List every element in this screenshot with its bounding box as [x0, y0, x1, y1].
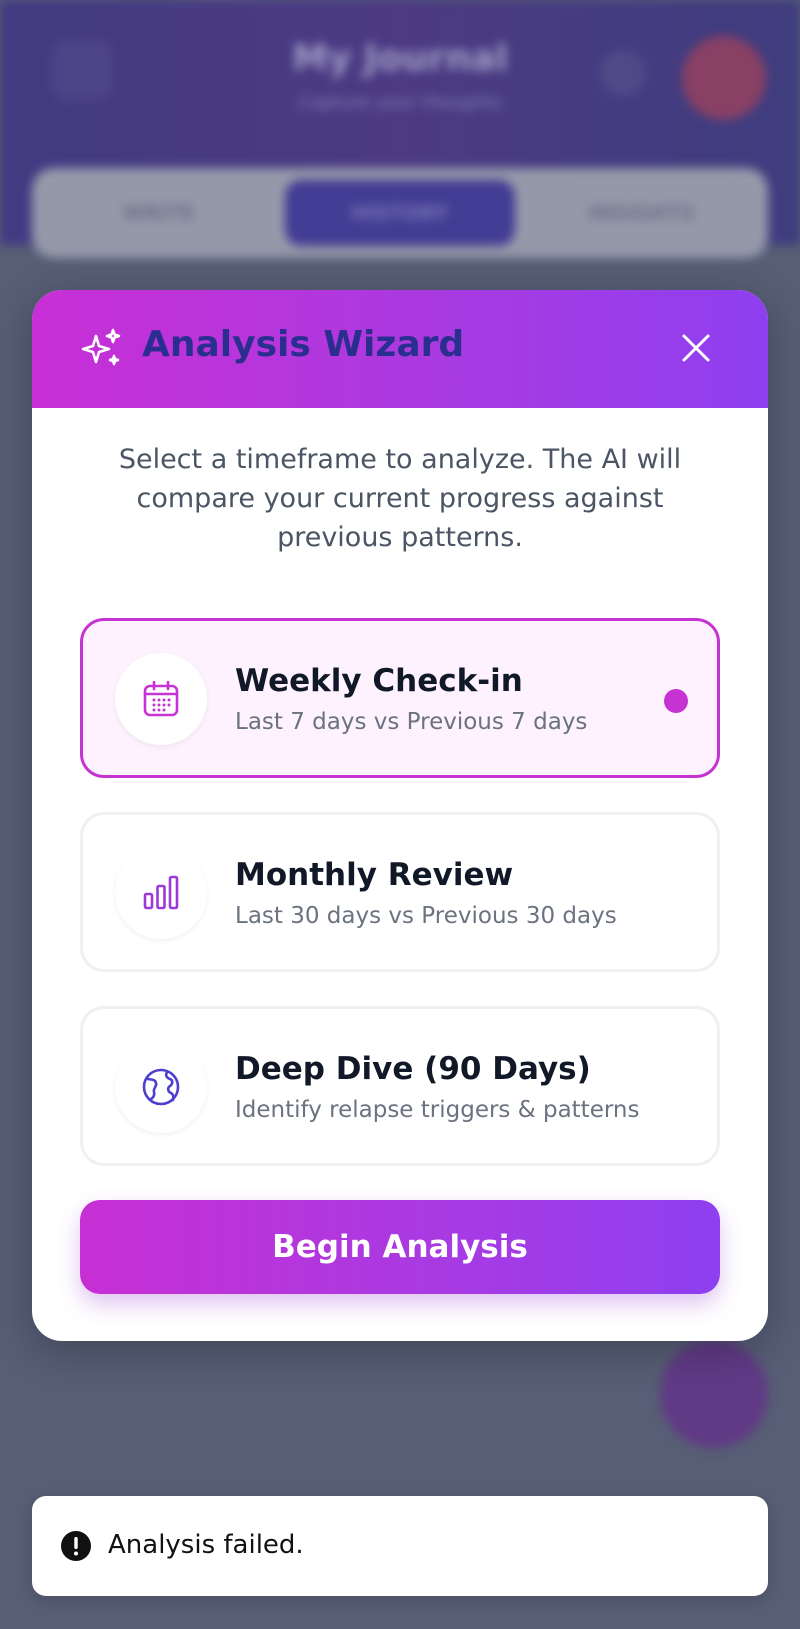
toast-message: Analysis failed. — [108, 1530, 304, 1560]
option-icon-wrap — [115, 653, 207, 745]
modal-description: Select a timeframe to analyze. The AI wi… — [118, 444, 682, 553]
option-subtitle: Identify relapse triggers & patterns — [235, 1097, 640, 1123]
option-icon-wrap — [115, 1041, 207, 1133]
globe-icon — [142, 1068, 180, 1106]
option-weekly-check-in[interactable]: Weekly Check-in Last 7 days vs Previous … — [80, 618, 720, 778]
bar-chart-icon — [143, 875, 179, 910]
alert-circle-icon — [61, 1531, 91, 1561]
calendar-icon — [143, 680, 179, 717]
option-deep-dive[interactable]: Deep Dive (90 Days) Identify relapse tri… — [80, 1006, 720, 1166]
option-icon-wrap — [115, 847, 207, 939]
option-monthly-review[interactable]: Monthly Review Last 30 days vs Previous … — [80, 812, 720, 972]
modal-header: Analysis Wizard — [32, 290, 768, 408]
option-title: Weekly Check-in — [235, 663, 523, 699]
close-icon[interactable] — [676, 328, 716, 368]
sparkles-icon — [81, 328, 121, 366]
begin-analysis-button[interactable]: Begin Analysis — [80, 1200, 720, 1294]
option-title: Monthly Review — [235, 857, 514, 893]
analysis-wizard-modal: Analysis Wizard Select a timeframe to an… — [32, 290, 768, 1341]
option-subtitle: Last 7 days vs Previous 7 days — [235, 709, 588, 735]
modal-title: Analysis Wizard — [142, 324, 465, 365]
error-toast: Analysis failed. — [32, 1496, 768, 1596]
selected-indicator — [664, 689, 688, 713]
option-subtitle: Last 30 days vs Previous 30 days — [235, 903, 617, 929]
option-title: Deep Dive (90 Days) — [235, 1051, 591, 1087]
